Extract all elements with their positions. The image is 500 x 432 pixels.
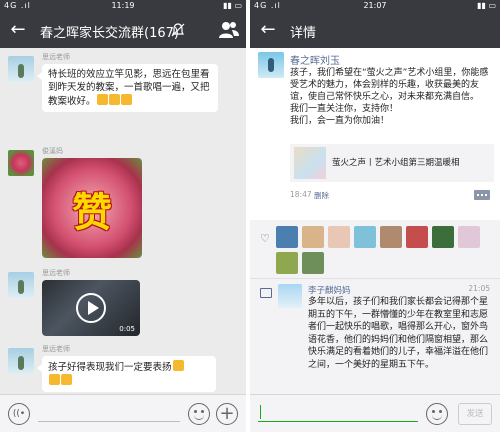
comment-time: 21:05 [468, 284, 490, 293]
moments-post: 春之晖刘玉 孩子，我们希望在“萤火之声”艺术小组里，你能感受艺术的魅力，体会别样… [250, 48, 500, 218]
back-arrow-icon[interactable]: ← [6, 18, 30, 42]
post-line: 我们一直关注你，支持你！ [290, 104, 399, 114]
avatar[interactable] [258, 52, 284, 78]
thumbs-up-icon [61, 374, 72, 385]
chat-input-bar: ((• + [0, 394, 246, 432]
signal-indicator: 4G .ıl [4, 1, 31, 10]
liker-avatar[interactable] [406, 226, 428, 248]
chat-title: 春之晖家长交流群(167) [40, 26, 179, 41]
comment-icon [260, 288, 272, 298]
thumbs-up-icon [96, 94, 108, 105]
message-bubble[interactable]: 孩子好得表现我们一定要表扬 [37, 356, 216, 392]
avatar[interactable] [8, 272, 34, 298]
voice-icon[interactable]: ((• [8, 403, 30, 425]
page-title: 详情 [290, 26, 317, 41]
moments-detail-screen: 4G .ıl 21:07 ▮▮ ▭ ← 详情 春之晖刘玉 孩子，我们希望在“萤火… [250, 0, 500, 432]
liker-avatar[interactable] [354, 226, 376, 248]
thumbs-up-icon [120, 94, 132, 105]
send-button[interactable]: 发送 [458, 403, 492, 425]
avatar[interactable] [8, 150, 34, 176]
status-bar: 4G .ıl 21:07 ▮▮ ▭ [250, 0, 500, 12]
status-bar: 4G .ıl 11:19 ▮▮ ▭ [0, 0, 246, 12]
text-cursor [260, 405, 261, 419]
comment-input[interactable] [258, 421, 418, 422]
liker-avatar[interactable] [276, 252, 298, 274]
image-zan-character: 赞 [72, 189, 112, 236]
back-arrow-icon[interactable]: ← [256, 18, 280, 42]
comment-author[interactable]: 李子麒妈妈 [308, 284, 351, 296]
video-message[interactable]: 0:05 [42, 280, 140, 336]
shared-link-card[interactable]: 萤火之声丨艺术小组第三期温暖相 [290, 144, 494, 182]
message-item: 思远老师 0:05 [0, 268, 246, 338]
sender-name: 思远老师 [42, 269, 70, 277]
message-text: 孩子好得表现我们一定要表扬 [48, 362, 172, 373]
liker-avatar[interactable] [276, 226, 298, 248]
sender-name: 思远老师 [42, 53, 70, 61]
avatar[interactable] [8, 348, 34, 374]
emoji-icon[interactable] [426, 403, 448, 425]
message-item: 俊溪妈 赞 [0, 146, 246, 264]
liker-avatar[interactable] [380, 226, 402, 248]
mute-bell-icon [171, 23, 185, 37]
comment-action-icon[interactable] [474, 190, 490, 200]
comment-input-bar: 发送 [250, 394, 500, 432]
liker-avatar[interactable] [432, 226, 454, 248]
liker-avatar[interactable] [328, 226, 350, 248]
comment-text: 多年以后，孩子们和我们家长都会记得那个星期五的下午，一群懵懂的少年在教室里和志愿… [308, 297, 489, 370]
thumbs-up-icon [172, 360, 184, 371]
sender-name: 俊溪妈 [42, 147, 63, 155]
divider [250, 278, 500, 279]
thumbs-up-icon [49, 374, 60, 385]
post-line: 孩子，我们希望在“萤火之声”艺术小组里，你能感受艺术的魅力，体会别样的乐趣，收获… [290, 68, 489, 102]
liker-avatar[interactable] [458, 226, 480, 248]
group-members-icon[interactable] [218, 20, 240, 40]
avatar[interactable] [8, 56, 34, 82]
message-input[interactable] [38, 421, 180, 422]
plus-icon[interactable]: + [216, 403, 238, 425]
post-author[interactable]: 春之晖刘玉 [290, 52, 340, 67]
liker-avatar[interactable] [302, 226, 324, 248]
liker-avatar[interactable] [302, 252, 324, 274]
message-item: 思远老师 特长班的效应立竿见影，思远在包里看到昨天发的教案，一首歌唱一遍，又把教… [0, 48, 246, 138]
chat-header: ← 春之晖家长交流群(167) [0, 12, 246, 48]
message-bubble[interactable]: 特长班的效应立竿见影，思远在包里看到昨天发的教案，一首歌唱一遍，又把教案收好。 [37, 64, 218, 112]
heart-icon: ♡ [260, 232, 270, 245]
signal-indicator: 4G .ıl [254, 1, 281, 10]
avatar[interactable] [278, 284, 302, 308]
post-time: 18:47 [290, 190, 312, 199]
post-text: 孩子，我们希望在“萤火之声”艺术小组里，你能感受艺术的魅力，体会别样的乐趣，收获… [290, 67, 494, 127]
image-message[interactable]: 赞 [42, 158, 142, 258]
thumbs-up-icon [108, 94, 120, 105]
group-chat-screen: 4G .ıl 11:19 ▮▮ ▭ ← 春之晖家长交流群(167) 思远老师 特… [0, 0, 246, 432]
message-item: 思远老师 孩子好得表现我们一定要表扬 [0, 344, 246, 394]
battery-icon: ▮▮ ▭ [477, 1, 496, 10]
battery-icon: ▮▮ ▭ [223, 1, 242, 10]
clock: 21:07 [363, 1, 387, 10]
emoji-icon[interactable] [188, 403, 210, 425]
clock: 11:19 [111, 1, 135, 10]
post-line: 我们，会一直为你加油！ [290, 116, 390, 126]
delete-link[interactable]: 删除 [314, 190, 329, 201]
sender-name: 思远老师 [42, 345, 70, 353]
play-icon[interactable] [76, 293, 106, 323]
message-list[interactable]: 思远老师 特长班的效应立竿见影，思远在包里看到昨天发的教案，一首歌唱一遍，又把教… [0, 48, 246, 394]
video-duration: 0:05 [119, 325, 135, 333]
link-thumbnail [294, 147, 326, 179]
link-title: 萤火之声丨艺术小组第三期温暖相 [332, 158, 460, 168]
detail-header: ← 详情 [250, 12, 500, 48]
